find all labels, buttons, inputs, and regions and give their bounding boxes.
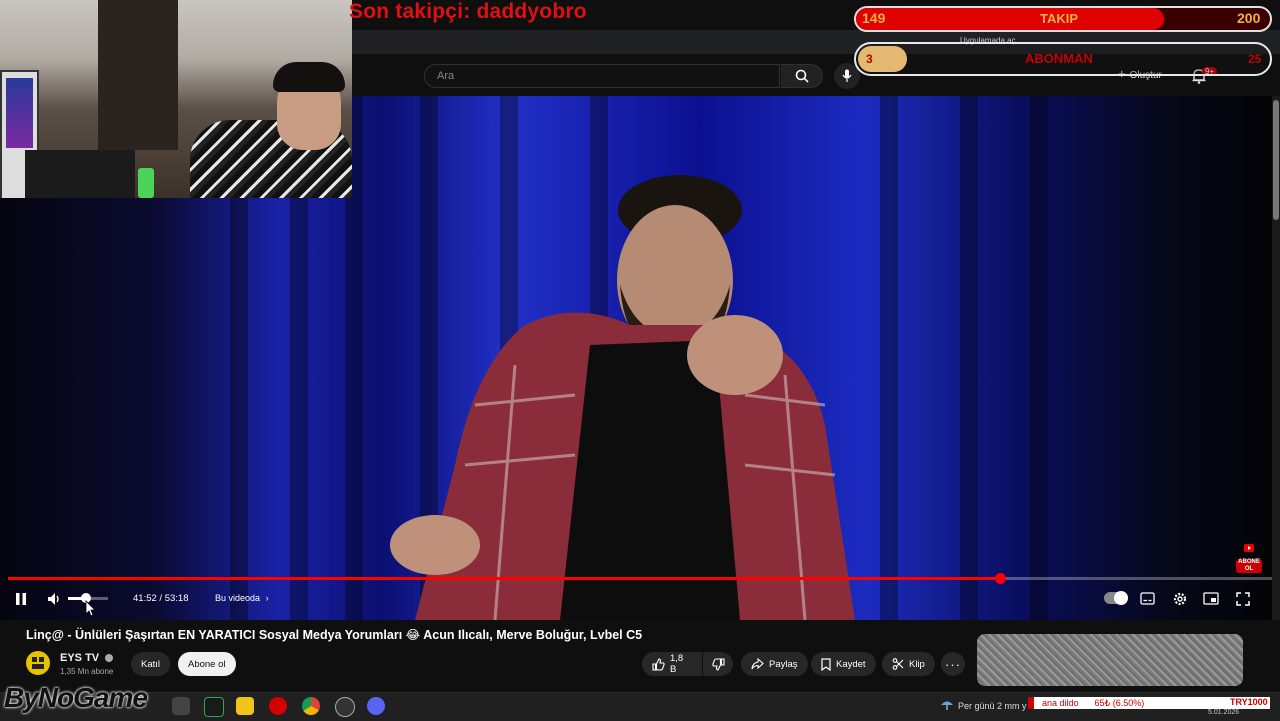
- youtube-logo-icon: [1244, 544, 1254, 552]
- sub-goal-label: ABONMAN: [1025, 51, 1093, 66]
- captions-icon: [1140, 592, 1155, 605]
- taskbar-discord-icon[interactable]: [367, 697, 385, 715]
- share-icon: [751, 658, 764, 670]
- channel-name[interactable]: EYS TV: [60, 652, 114, 664]
- search-input[interactable]: Ara: [424, 64, 780, 88]
- subscribe-watermark-label: ABONE OL: [1236, 559, 1262, 573]
- taskbar-generic-icon[interactable]: [172, 697, 190, 715]
- weather-icon: [940, 698, 954, 717]
- ticker-text: ana dildo: [1042, 698, 1079, 708]
- ticker-value: 65₺ (6.50%): [1094, 697, 1145, 708]
- follow-goal-fill: [856, 8, 1164, 30]
- scissors-icon: [892, 658, 904, 670]
- bynogame-watermark: ByNoGame: [4, 682, 148, 713]
- webcam-drink-can: [138, 168, 154, 198]
- fullscreen-button[interactable]: [1236, 592, 1250, 611]
- gear-icon: [1173, 592, 1187, 606]
- time-display: 41:52 / 53:18: [133, 593, 188, 604]
- join-label: Katıl: [141, 658, 161, 670]
- channel-logo-icon: [32, 657, 44, 669]
- subscribe-watermark[interactable]: ABONE OL: [1236, 541, 1262, 573]
- search-button[interactable]: [781, 64, 823, 88]
- search-icon: [795, 69, 809, 83]
- video-title: Linç@ - Ünlüleri Şaşırtan EN YARATICI So…: [26, 628, 643, 642]
- last-follower-label: Son takipçi: daddyobro: [349, 0, 587, 23]
- clip-button[interactable]: Klip: [882, 652, 935, 676]
- subtitles-button[interactable]: [1140, 592, 1155, 610]
- taskbar-chrome-icon[interactable]: [302, 697, 320, 715]
- pause-button[interactable]: [13, 591, 29, 612]
- mute-button[interactable]: [46, 591, 62, 612]
- follow-goal-target: 200: [1237, 10, 1261, 26]
- webcam-overlay: [0, 0, 352, 198]
- channel-name-text: EYS TV: [60, 652, 100, 664]
- channel-avatar[interactable]: [26, 651, 50, 675]
- follow-goal-current: 149: [862, 10, 886, 26]
- chevron-right-icon: ›: [265, 593, 269, 603]
- recommended-video-thumbnail[interactable]: [977, 634, 1243, 686]
- progress-scrubber[interactable]: [995, 573, 1006, 584]
- taskbar-date[interactable]: 5.01.2026: [1208, 709, 1239, 716]
- volume-icon: [48, 593, 59, 605]
- autoplay-play-icon: [1114, 591, 1128, 605]
- time-total: 53:18: [164, 593, 189, 604]
- clip-label: Klip: [909, 658, 925, 670]
- subscribe-label: Abone ol: [188, 658, 226, 670]
- webcam-desk: [25, 150, 135, 198]
- follow-goal-label: TAKIP: [1040, 11, 1079, 26]
- miniplayer-icon: [1203, 592, 1219, 605]
- taskbar-files-icon[interactable]: [236, 697, 254, 715]
- ticker-currency: TRY1000: [1230, 697, 1268, 707]
- sub-goal-current: 3: [866, 52, 873, 66]
- miniplayer-button[interactable]: [1203, 592, 1219, 610]
- progress-played: [8, 577, 1000, 580]
- dislike-button[interactable]: [703, 652, 733, 676]
- verified-icon: [105, 654, 114, 663]
- more-actions-button[interactable]: ···: [941, 652, 965, 676]
- chapter-label: Bu videoda: [215, 593, 261, 603]
- save-label: Kaydet: [836, 658, 866, 670]
- settings-button[interactable]: [1172, 591, 1188, 612]
- video-frame-person: [390, 175, 855, 620]
- webcam-door: [98, 0, 178, 150]
- more-dots-icon: ···: [945, 656, 961, 672]
- taskbar-obs-icon[interactable]: [335, 697, 355, 717]
- sub-goal-target: 25: [1248, 52, 1262, 66]
- share-button[interactable]: Paylaş: [741, 652, 808, 676]
- like-button[interactable]: 1,8 B: [642, 652, 702, 676]
- share-label: Paylaş: [769, 658, 798, 670]
- microphone-icon: [842, 69, 852, 82]
- scrollbar-thumb[interactable]: [1273, 100, 1279, 220]
- save-button[interactable]: Kaydet: [811, 652, 876, 676]
- taskbar-opera-icon[interactable]: [269, 697, 287, 715]
- join-button[interactable]: Katıl: [131, 652, 171, 676]
- weather-text[interactable]: Per günü 2 mm y: [958, 701, 1027, 711]
- thumbs-up-icon: [652, 657, 665, 671]
- chapter-button[interactable]: Bu videoda ›: [215, 593, 269, 603]
- mouse-cursor-icon: [85, 600, 96, 617]
- time-current: 41:52: [133, 593, 157, 604]
- subscriber-count: 1,35 Mn abone: [60, 667, 114, 676]
- fullscreen-icon: [1236, 592, 1250, 606]
- subscribe-button[interactable]: Abone ol: [178, 652, 236, 676]
- autoplay-toggle[interactable]: [1104, 591, 1128, 605]
- like-count: 1,8 B: [669, 653, 684, 675]
- webcam-streamer-hair: [273, 62, 345, 92]
- bookmark-icon: [821, 657, 831, 671]
- taskbar-app-icon[interactable]: [204, 697, 224, 717]
- time-separator: /: [159, 593, 163, 604]
- thumbs-down-icon: [711, 657, 725, 671]
- pause-icon: [16, 593, 26, 605]
